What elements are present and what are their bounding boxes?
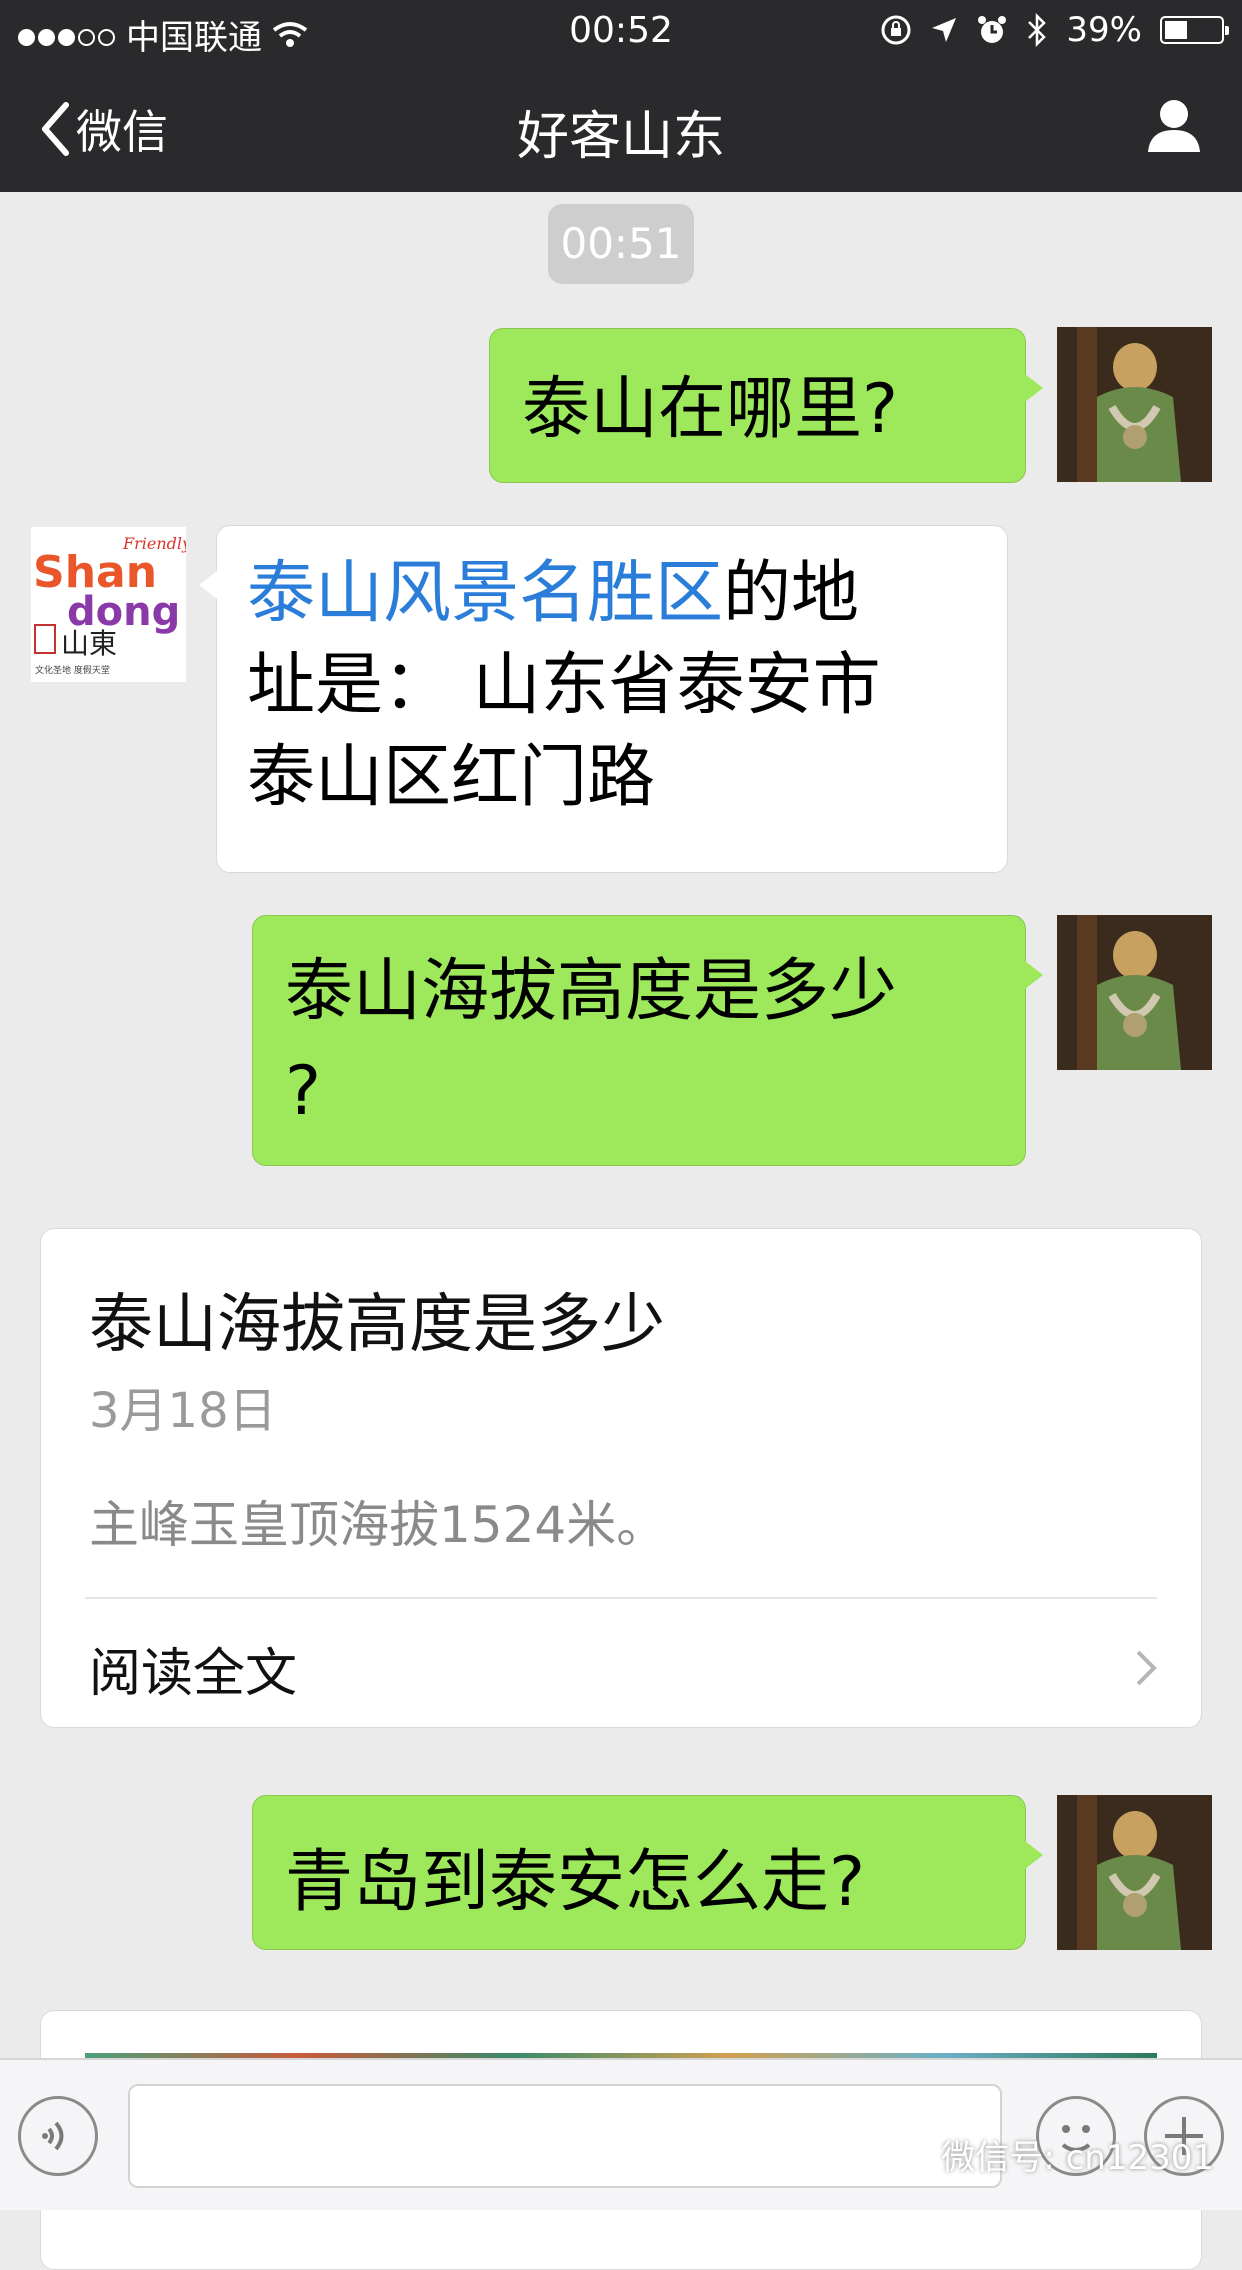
avatar-image	[1057, 1795, 1212, 1950]
battery-label: 39%	[1066, 10, 1142, 50]
svg-text:山東: 山東	[61, 627, 117, 660]
read-more-link[interactable]: 阅读全文	[89, 1631, 297, 1706]
message-text: 青岛到泰安怎么走?	[285, 1843, 866, 1922]
article-title: 泰山海拔高度是多少	[89, 1288, 665, 1362]
header: 中国联通 00:52 39% 微信 好客山东	[0, 0, 1242, 192]
message-input[interactable]	[128, 2084, 1002, 2188]
voice-icon	[42, 2121, 64, 2151]
bubble-tail	[1025, 1841, 1043, 1869]
wechat-icon	[884, 2136, 930, 2172]
message-line: 泰山海拔高度是多少	[285, 952, 898, 1031]
watermark-text: 微信号: cn12301	[941, 2138, 1214, 2178]
avatar[interactable]	[1057, 915, 1212, 1070]
bubble-tail	[1025, 374, 1043, 402]
lock-rotation-icon	[881, 15, 911, 45]
watermark: 微信号: cn12301	[883, 2130, 1214, 2179]
divider	[85, 1597, 1157, 1599]
svg-text:文化圣地 度假天堂: 文化圣地 度假天堂	[35, 664, 110, 676]
message-bubble-sent[interactable]: 青岛到泰安怎么走?	[252, 1795, 1026, 1950]
article-date: 3月18日	[89, 1383, 277, 1439]
chat-timestamp: 00:51	[548, 204, 694, 284]
bubble-tail	[1025, 961, 1043, 989]
battery-icon	[1160, 16, 1229, 44]
alarm-icon	[978, 16, 1007, 43]
article-card[interactable]: 泰山海拔高度是多少 3月18日 主峰玉皇顶海拔1524米。 阅读全文	[40, 1228, 1202, 1728]
shandong-logo: Friendly Shan dong 山東 文化圣地 度假天堂	[31, 527, 186, 682]
avatar[interactable]	[1057, 327, 1212, 482]
avatar-image	[1057, 915, 1212, 1070]
message-line: ?	[285, 1052, 322, 1131]
message-line: 泰山风景名胜区的地	[247, 554, 860, 633]
person-icon[interactable]	[1146, 98, 1202, 154]
article-summary: 主峰玉皇顶海拔1524米。	[89, 1496, 667, 1554]
message-line: 泰山区红门路	[247, 738, 656, 817]
location-arrow-icon	[932, 18, 957, 42]
avatar[interactable]	[1057, 1795, 1212, 1950]
chevron-right-icon	[1136, 1650, 1157, 1686]
bubble-tail	[199, 571, 217, 599]
message-text: 泰山在哪里?	[522, 370, 899, 449]
message-bubble-received[interactable]: 泰山风景名胜区的地 址是： 山东省泰安市 泰山区红门路	[216, 525, 1008, 873]
status-right: 39%	[880, 10, 1229, 50]
message-bubble-sent[interactable]: 泰山海拔高度是多少 ?	[252, 915, 1026, 1166]
message-bubble-sent[interactable]: 泰山在哪里?	[489, 328, 1026, 483]
link-text[interactable]: 泰山风景名胜区	[247, 554, 723, 633]
bluetooth-icon	[1028, 13, 1047, 47]
status-bar: 中国联通 00:52 39%	[0, 0, 1242, 60]
avatar[interactable]: Friendly Shan dong 山東 文化圣地 度假天堂	[31, 527, 186, 682]
page-title: 好客山东	[516, 107, 725, 167]
message-line: 址是： 山东省泰安市	[247, 646, 881, 725]
avatar-image	[1057, 327, 1212, 482]
voice-button[interactable]	[18, 2096, 98, 2176]
nav-bar: 微信 好客山东	[0, 60, 1242, 192]
